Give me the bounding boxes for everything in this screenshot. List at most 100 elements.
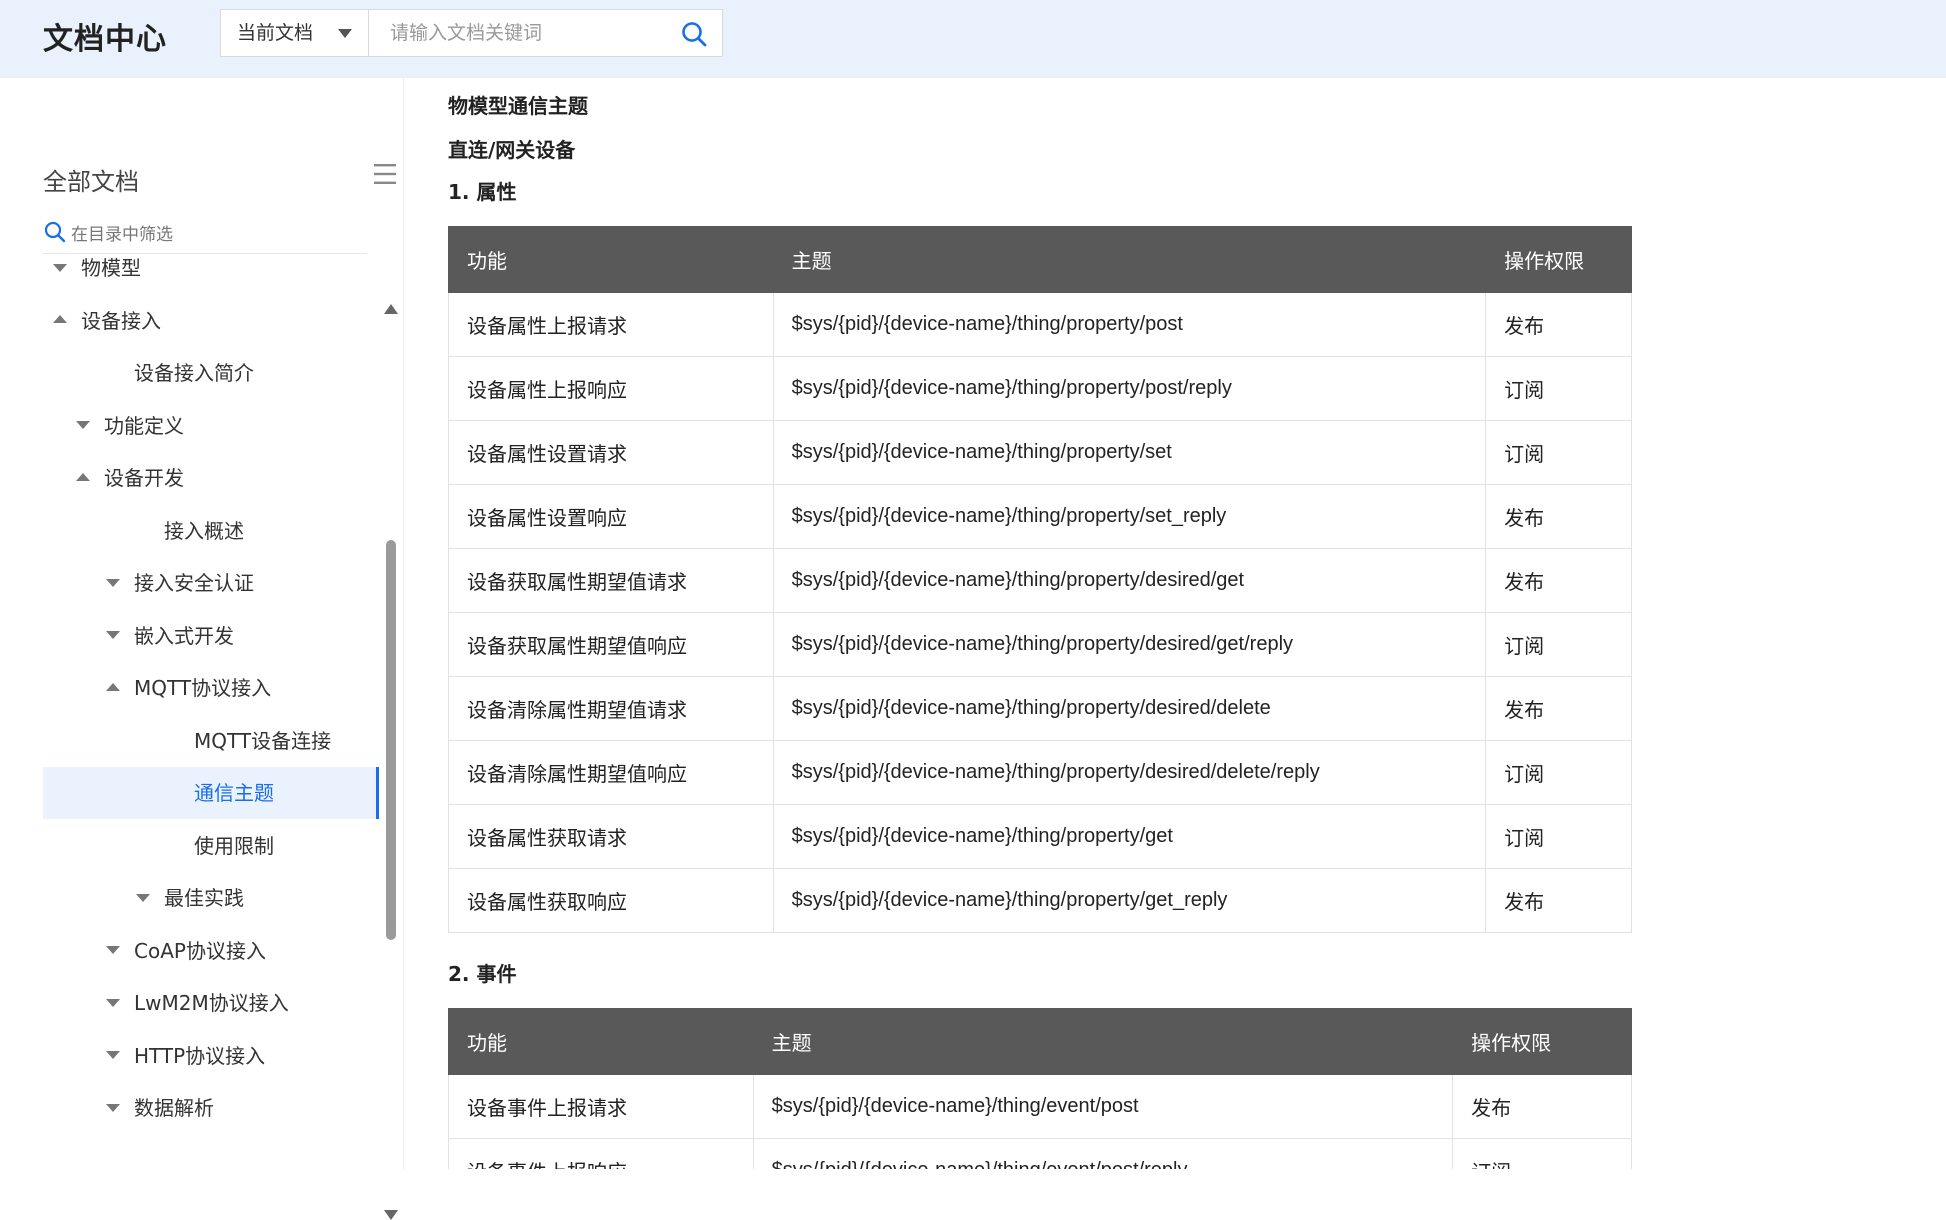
sidebar-item-label: 使用限制 (194, 833, 274, 858)
sidebar-item[interactable]: LwM2M协议接入 (43, 977, 379, 1029)
expand-arrow-icon[interactable] (106, 1051, 120, 1059)
table-row: 设备事件上报请求 $sys/{pid}/{device-name}/thing/e… (448, 1074, 1632, 1139)
sidebar-item[interactable]: 设备接入 (43, 295, 379, 347)
cell-function: 设备属性设置请求 (448, 420, 774, 485)
expand-arrow-icon[interactable] (106, 946, 120, 954)
cell-function: 设备属性设置响应 (448, 484, 774, 549)
expand-arrow-icon[interactable] (76, 421, 90, 429)
table-row: 设备属性获取响应 $sys/{pid}/{device-name}/thing/p… (448, 868, 1632, 933)
sidebar-item[interactable]: 通信主题 (43, 767, 379, 819)
table-row: 设备属性设置请求 $sys/{pid}/{device-name}/thing/p… (448, 420, 1632, 485)
scroll-up-arrow-icon[interactable] (384, 304, 398, 314)
sidebar-item[interactable]: 数据解析 (43, 1082, 379, 1134)
sidebar-item-label: 最佳实践 (164, 886, 244, 910)
cell-function: 设备属性上报响应 (448, 356, 774, 421)
sidebar-item-label: 设备接入 (81, 308, 161, 333)
sidebar-item-label: 物模型 (81, 256, 141, 280)
search-scope-select[interactable]: 当前文档 (221, 10, 369, 56)
collapse-arrow-icon[interactable] (53, 315, 67, 323)
cell-function: 设备事件上报响应 (448, 1138, 754, 1169)
main-content: 物模型通信主题 直连/网关设备 1. 属性 功能 主题 操作权限 设备属性上报请… (404, 78, 1946, 1169)
collapse-arrow-icon[interactable] (76, 472, 90, 481)
cell-permission: 发布 (1485, 484, 1632, 549)
sidebar-item-label: HTTP协议接入 (134, 1043, 266, 1068)
scroll-down-arrow-icon[interactable] (384, 1210, 398, 1220)
sidebar-item[interactable]: CoAP协议接入 (43, 925, 379, 977)
search-input[interactable] (370, 10, 670, 56)
sidebar-item-label: 设备接入简介 (134, 361, 254, 385)
sidebar-item[interactable]: MQTT协议接入 (43, 662, 379, 714)
cell-permission: 订阅 (1452, 1138, 1632, 1169)
tree-filter (43, 218, 367, 254)
sidebar-item[interactable]: MQTT设备连接 (43, 715, 379, 767)
column-header-function: 功能 (448, 1008, 754, 1075)
expand-arrow-icon[interactable] (106, 998, 120, 1007)
sidebar-item[interactable]: 最佳实践 (43, 872, 379, 924)
expand-arrow-icon[interactable] (106, 631, 120, 639)
expand-arrow-icon[interactable] (106, 578, 120, 587)
tree-filter-input[interactable] (71, 218, 361, 252)
sidebar-item-label: 嵌入式开发 (134, 623, 234, 648)
cell-permission: 订阅 (1485, 804, 1632, 869)
cell-permission: 发布 (1485, 868, 1632, 933)
sidebar-item[interactable]: 接入安全认证 (43, 557, 379, 609)
sidebar-title: 全部文档 (43, 168, 139, 196)
cell-topic: $sys/{pid}/{device-name}/thing/property/… (772, 676, 1487, 741)
sidebar-item[interactable]: HTTP协议接入 (43, 1030, 379, 1082)
sidebar-item[interactable]: 嵌入式开发 (43, 610, 379, 662)
property-topic-table: 功能 主题 操作权限 设备属性上报请求 $sys/{pid}/{device-na… (448, 226, 1632, 933)
cell-function: 设备属性获取响应 (448, 868, 774, 933)
sidebar-item-label: MQTT协议接入 (134, 676, 272, 700)
table-row: 设备属性设置响应 $sys/{pid}/{device-name}/thing/p… (448, 484, 1632, 549)
cell-topic: $sys/{pid}/{device-name}/thing/property/… (772, 868, 1487, 933)
doc-tree: 物模型设备接入设备接入简介功能定义设备开发 接入概述接入安全认证 嵌入式开发 MQTT… (43, 254, 379, 1134)
sidebar-scrollbar[interactable] (386, 540, 396, 940)
table-row: 设备清除属性期望值请求 $sys/{pid}/{device-name}/thin… (448, 676, 1632, 741)
cell-permission: 发布 (1485, 676, 1632, 741)
sidebar-item[interactable]: 物模型 (43, 254, 379, 294)
sidebar-item-label: 接入安全认证 (134, 571, 254, 595)
sidebar-item[interactable]: 功能定义 (43, 400, 379, 452)
cell-topic: $sys/{pid}/{device-name}/thing/property/… (772, 612, 1487, 677)
search-icon[interactable] (680, 20, 708, 48)
cell-permission: 订阅 (1485, 420, 1632, 485)
cell-permission: 发布 (1485, 548, 1632, 613)
cell-function: 设备事件上报请求 (448, 1074, 754, 1139)
sidebar-item-label: CoAP协议接入 (134, 938, 266, 963)
page-title: 物模型通信主题 (448, 94, 588, 118)
sidebar-item[interactable]: 接入概述 (43, 505, 379, 557)
sidebar-item-label: 功能定义 (104, 413, 184, 438)
cell-permission: 订阅 (1485, 356, 1632, 421)
column-header-permission: 操作权限 (1452, 1008, 1632, 1075)
cell-topic: $sys/{pid}/{device-name}/thing/property/… (772, 420, 1487, 485)
table-header-row: 功能 主题 操作权限 (448, 1008, 1632, 1075)
table-row: 设备属性上报请求 $sys/{pid}/{device-name}/thing/p… (448, 292, 1632, 357)
cell-topic: $sys/{pid}/{device-name}/thing/property/… (772, 740, 1487, 805)
cell-permission: 订阅 (1485, 612, 1632, 677)
top-header: 文档中心 当前文档 (0, 0, 1946, 78)
cell-topic: $sys/{pid}/{device-name}/thing/event/pos… (752, 1138, 1454, 1169)
search-bar: 当前文档 (220, 9, 723, 57)
cell-topic: $sys/{pid}/{device-name}/thing/property/… (772, 292, 1487, 357)
cell-function: 设备属性上报请求 (448, 292, 774, 357)
cell-topic: $sys/{pid}/{device-name}/thing/property/… (772, 484, 1487, 549)
event-topic-table: 功能 主题 操作权限 设备事件上报请求 $sys/{pid}/{device-na… (448, 1008, 1632, 1169)
expand-arrow-icon[interactable] (53, 263, 67, 272)
sidebar-item[interactable]: 使用限制 (43, 820, 379, 872)
column-header-permission: 操作权限 (1485, 226, 1632, 293)
menu-icon[interactable] (374, 162, 396, 186)
site-logo[interactable]: 文档中心 (43, 14, 167, 58)
sidebar-item-label: MQTT设备连接 (194, 728, 332, 753)
cell-permission: 发布 (1452, 1074, 1632, 1139)
table-row: 设备获取属性期望值响应 $sys/{pid}/{device-name}/thin… (448, 612, 1632, 677)
cell-topic: $sys/{pid}/{device-name}/thing/property/… (772, 548, 1487, 613)
column-header-topic: 主题 (752, 1008, 1454, 1075)
column-header-function: 功能 (448, 226, 774, 293)
table-row: 设备获取属性期望值请求 $sys/{pid}/{device-name}/thin… (448, 548, 1632, 613)
expand-arrow-icon[interactable] (136, 893, 150, 902)
sidebar-item[interactable]: 设备开发 (43, 452, 379, 504)
collapse-arrow-icon[interactable] (106, 682, 120, 691)
sidebar-item[interactable]: 设备接入简介 (43, 347, 379, 399)
table-row: 设备属性获取请求 $sys/{pid}/{device-name}/thing/p… (448, 804, 1632, 869)
expand-arrow-icon[interactable] (106, 1103, 120, 1112)
